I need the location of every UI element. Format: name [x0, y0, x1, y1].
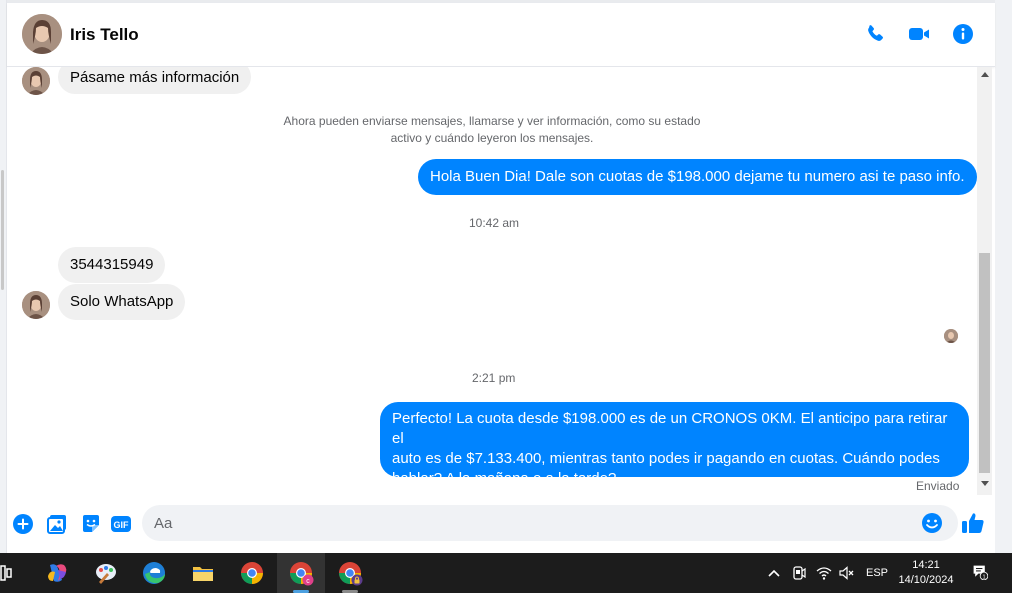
messenger-window: Iris Tello Pásame más información Ahora … — [0, 0, 1012, 593]
system-notice-line: Ahora pueden enviarse mensajes, llamarse… — [283, 114, 701, 128]
scroll-up-arrow[interactable] — [981, 72, 989, 77]
svg-text:c: c — [306, 578, 310, 585]
file-explorer-icon[interactable] — [179, 553, 227, 593]
system-notice: Ahora pueden enviarse mensajes, llamarse… — [7, 113, 977, 147]
timestamp: 2:21 pm — [472, 371, 516, 385]
notifications-icon[interactable]: 1 — [972, 564, 992, 584]
thread-scrollbar[interactable] — [977, 67, 992, 495]
windows-taskbar: c ESP 14:21 14/10/2024 1 — [0, 553, 1012, 593]
paint-icon[interactable] — [82, 553, 130, 593]
gif-icon[interactable]: GIF — [110, 513, 132, 535]
message-line: auto es de $7.133.400, mientras tanto po… — [392, 450, 940, 467]
system-clock[interactable]: 14:21 14/10/2024 — [888, 558, 964, 588]
thumbs-up-icon[interactable] — [961, 511, 985, 535]
sticker-icon[interactable] — [80, 513, 102, 535]
conversation-header: Iris Tello — [7, 3, 995, 67]
chrome-profile-lock-icon[interactable] — [326, 553, 374, 593]
volume-muted-icon[interactable] — [838, 565, 854, 581]
chrome-icon[interactable] — [228, 553, 276, 593]
photo-icon[interactable] — [46, 513, 68, 535]
message-line: Perfecto! La cuota desde $198.000 es de … — [392, 410, 948, 447]
message-composer: GIF — [7, 495, 995, 553]
left-panel-edge — [0, 0, 7, 553]
clock-date: 14/10/2024 — [898, 574, 954, 586]
scroll-down-arrow[interactable] — [981, 481, 989, 486]
info-icon[interactable] — [951, 22, 975, 46]
message-line: hablar? A la mañana o a la tarde? — [392, 470, 617, 487]
incoming-message[interactable]: 3544315949 — [58, 247, 166, 283]
copilot-icon[interactable] — [33, 553, 81, 593]
edge-icon[interactable] — [130, 553, 178, 593]
plus-icon[interactable] — [12, 513, 34, 535]
chrome-profile-c-icon[interactable]: c — [277, 553, 325, 593]
incoming-message[interactable]: Pásame más información — [58, 67, 252, 94]
left-scroll-nub[interactable] — [1, 170, 4, 290]
message-input[interactable] — [142, 505, 958, 541]
outgoing-message[interactable]: Hola Buen Dia! Dale son cuotas de $198.0… — [418, 159, 977, 195]
sent-status: Enviado — [916, 479, 960, 493]
language-indicator[interactable]: ESP — [866, 567, 888, 579]
contact-avatar[interactable] — [22, 14, 62, 54]
incoming-message[interactable]: Solo WhatsApp — [58, 284, 186, 320]
task-view-icon[interactable] — [0, 553, 16, 593]
wifi-icon[interactable] — [816, 565, 832, 581]
chevron-up-icon[interactable] — [766, 565, 782, 581]
emoji-icon[interactable] — [921, 512, 943, 534]
meet-now-icon[interactable] — [791, 565, 807, 581]
message-thread[interactable]: Pásame más información Ahora pueden envi… — [7, 67, 977, 495]
scroll-thumb[interactable] — [979, 253, 990, 473]
clock-time: 14:21 — [912, 559, 940, 571]
notification-count: 1 — [982, 574, 985, 580]
right-panel-edge — [995, 0, 1012, 553]
contact-avatar-small[interactable] — [22, 67, 50, 95]
system-notice-line: activo y cuándo leyeron los mensajes. — [390, 131, 594, 145]
timestamp: 10:42 am — [469, 216, 520, 230]
contact-avatar-small[interactable] — [22, 291, 50, 319]
video-icon[interactable] — [907, 22, 931, 46]
gif-label: GIF — [114, 520, 130, 530]
read-receipt-avatar — [944, 329, 958, 343]
phone-icon[interactable] — [863, 22, 887, 46]
contact-name[interactable]: Iris Tello — [70, 25, 139, 45]
outgoing-message[interactable]: Perfecto! La cuota desde $198.000 es de … — [380, 402, 969, 487]
